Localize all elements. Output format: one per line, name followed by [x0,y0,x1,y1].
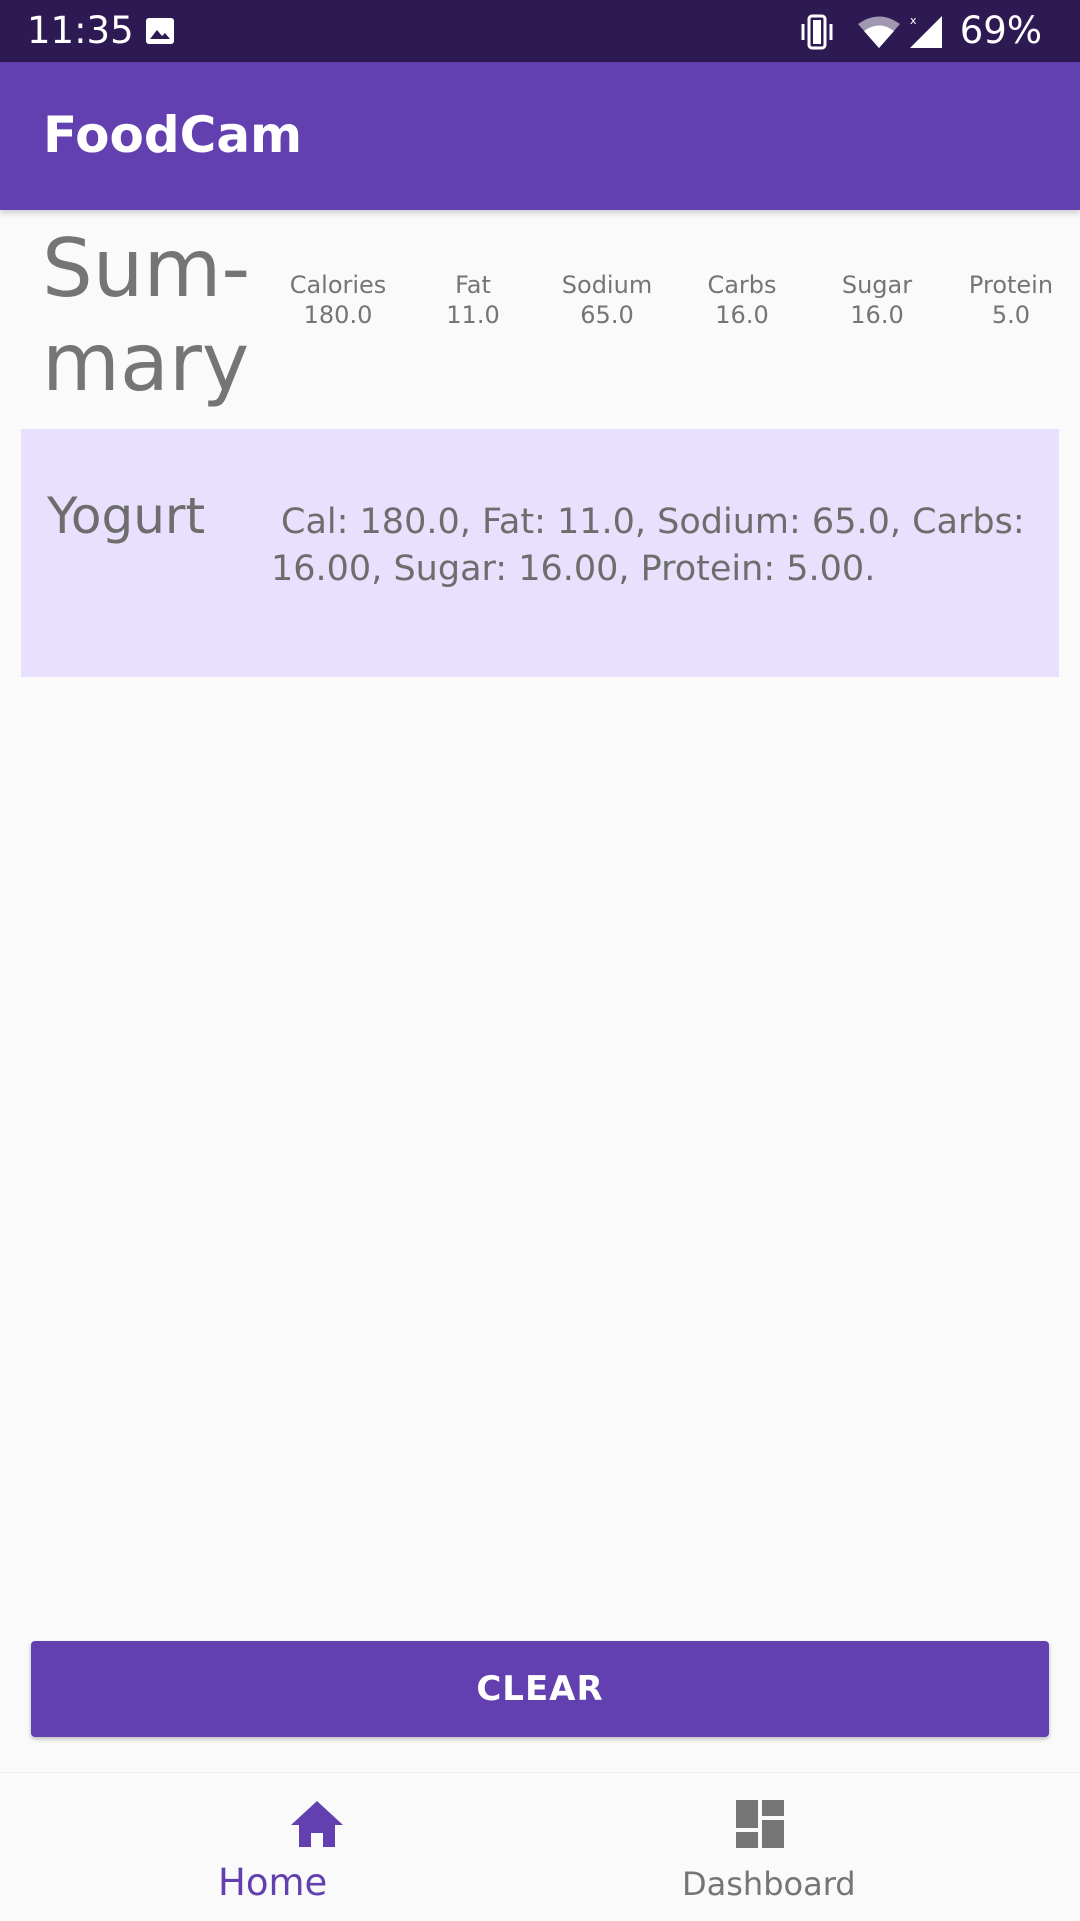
nav-label-home: Home [218,1861,328,1904]
dashboard-icon [735,1799,785,1853]
stat-value: 180.0 [303,301,373,329]
status-bar: 11:35 x 69% [0,0,1080,62]
status-time: 11:35 [27,9,134,52]
nav-item-home[interactable]: Home [0,1773,540,1921]
stat-label: Carbs [707,271,777,299]
bottom-navigation: Home Dashboard [0,1772,1080,1921]
stat-label: Sodium [561,271,653,299]
food-nutrition-info: Cal: 180.0, Fat: 11.0, Sodium: 65.0, Car… [271,502,1025,589]
stat-calories: Calories 180.0 [268,270,408,330]
stat-protein: Protein 5.0 [942,270,1080,330]
summary-title: Sum- mary [42,222,262,410]
food-name: Yogurt [47,487,206,545]
stat-sodium: Sodium 65.0 [537,270,677,330]
stat-value: 11.0 [446,301,500,329]
svg-text:x: x [910,14,917,27]
stat-carbs: Carbs 16.0 [672,270,812,330]
stat-value: 16.0 [715,301,769,329]
image-icon [145,17,175,49]
stat-label: Sugar [841,271,913,299]
stat-sugar: Sugar 16.0 [807,270,947,330]
summary-title-line1: Sum- [42,222,251,315]
nav-item-dashboard[interactable]: Dashboard [540,1773,1080,1921]
stat-value: 16.0 [850,301,904,329]
stat-label: Protein [968,271,1054,299]
food-list-item[interactable]: Yogurt Cal: 180.0, Fat: 11.0, Sodium: 65… [21,429,1059,677]
stat-fat: Fat 11.0 [403,270,543,330]
stat-value: 65.0 [580,301,634,329]
stat-label: Fat [455,271,491,299]
battery-percent: 69% [959,9,1042,52]
nav-label-dashboard: Dashboard [682,1865,856,1903]
wifi-icon [856,15,902,53]
home-icon [289,1799,345,1853]
vibrate-icon [797,14,837,54]
signal-icon: x [908,14,944,54]
stat-value: 5.0 [991,301,1031,329]
app-title: FoodCam [43,106,303,164]
clear-button[interactable]: CLEAR [31,1641,1049,1737]
app-bar: FoodCam [0,62,1080,210]
summary-title-line2: mary [42,316,250,409]
stat-label: Calories [289,271,387,299]
